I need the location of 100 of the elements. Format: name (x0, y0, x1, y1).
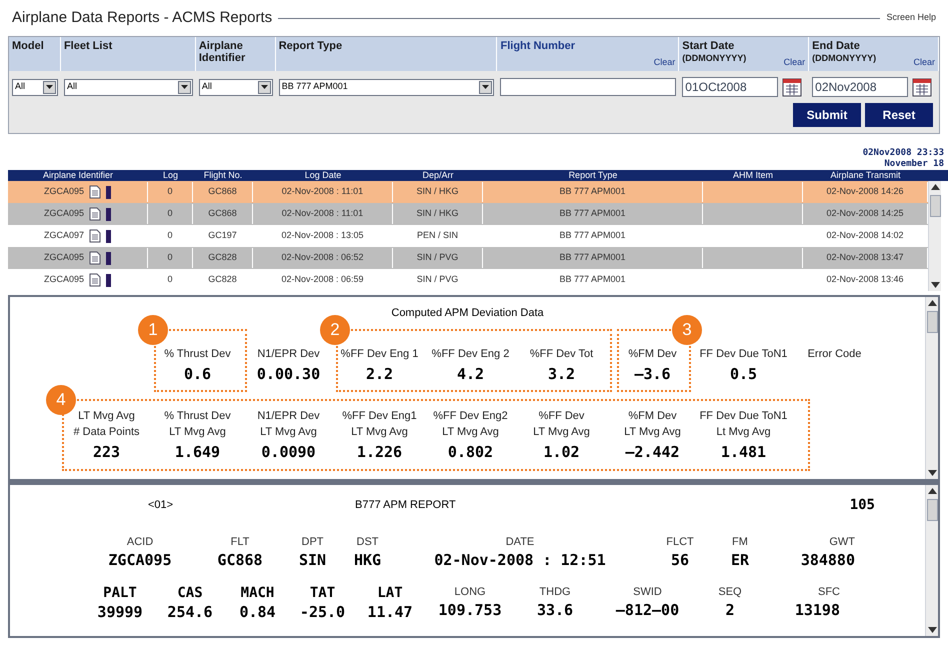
table-cell-text: ZGCA097 (44, 229, 84, 242)
metric-value: 223 (92, 442, 120, 462)
field-value: ER (730, 550, 750, 570)
filter-label: Report Type (278, 40, 342, 52)
table-cell-text: BB 777 APM001 (559, 273, 626, 286)
column-header: Log Date (304, 170, 342, 181)
column-header: Dep/Arr (421, 170, 454, 181)
timestamp-text: November 18 (884, 159, 944, 170)
metric-value: 1.02 (543, 442, 580, 462)
field-label: MACH (240, 584, 274, 602)
field-label: FM (732, 535, 748, 550)
metric-label: LT Mvg Avg (260, 424, 317, 440)
table-cell-text: GC828 (208, 251, 237, 264)
table-cell-text: 02-Nov-2008 : 11:01 (282, 207, 364, 220)
report-title: B777 APM REPORT (355, 498, 457, 514)
clear-link[interactable]: Clear (654, 56, 676, 71)
table-row[interactable]: ZGCA095 0 GC868 02-Nov-2008 : 11:01 SIN / HKG BB 777 APM001 02-Nov-2008 14:25 (8, 203, 928, 225)
field-value: 56 (670, 550, 690, 570)
date-field[interactable]: 01OCt2008 (682, 77, 778, 97)
field-value: 02-Nov-2008 : 12:51 (434, 550, 606, 570)
metric-label: LT Mvg Avg (442, 424, 499, 440)
filter-label: Flight Number (500, 40, 576, 52)
table-cell-text: BB 777 APM001 (559, 185, 626, 198)
date-field[interactable]: 02Nov2008 (812, 77, 908, 97)
action-button[interactable]: Reset (865, 103, 933, 127)
field-label: GWT (829, 535, 855, 550)
callout-number: 4 (46, 385, 76, 415)
field-label: CAS (177, 584, 203, 602)
table-cell-text: ZGCA095 (44, 207, 84, 220)
metric-label: Error Code (808, 346, 862, 362)
metric-label: Lt Mvg Avg (716, 424, 771, 440)
table-cell-text: GC828 (208, 273, 237, 286)
metric-label: %FF Dev Eng 1 (340, 346, 418, 362)
dropdown-field[interactable]: All (64, 78, 193, 96)
metric-label: %FF Dev Eng2 (433, 408, 508, 424)
field-value: 109.753 (438, 600, 502, 620)
metric-value: 0.6 (184, 364, 212, 384)
field-label: LONG (454, 585, 486, 600)
table-cell-text: 0 (167, 185, 172, 198)
table-cell-text: 02-Nov-2008 : 11:01 (282, 185, 364, 198)
metric-label: %FM Dev (628, 408, 677, 424)
dropdown-field[interactable]: BB 777 APM001 (278, 78, 494, 96)
column-header: AHM Item (732, 170, 774, 181)
table-cell-text: 02-Nov-2008 : 06:52 (281, 251, 364, 264)
metric-label: N1/EPR Dev (257, 346, 320, 362)
table-cell-text: BB 777 APM001 (559, 207, 626, 220)
field-value: 0.84 (239, 602, 276, 622)
filter-label: Model (12, 40, 44, 52)
column-header: Log (162, 170, 180, 181)
metric-value: 0.0090 (261, 442, 316, 462)
metric-value: 0.5 (730, 364, 758, 384)
metric-label: # Data Points (73, 424, 140, 440)
filter-label: Airplane Identifier (198, 40, 246, 64)
clear-link[interactable]: Clear (784, 56, 806, 71)
metric-label: % Thrust Dev (164, 346, 231, 362)
column-header: Airplane Transmit (829, 170, 902, 181)
table-cell-text: 0 (167, 207, 172, 220)
table-cell-text: 0 (167, 251, 172, 264)
action-button[interactable]: Submit (793, 103, 861, 127)
field-value: HKG (354, 550, 382, 570)
field-value: -25.0 (300, 602, 346, 622)
window-title: Airplane Data Reports - ACMS Reports (12, 8, 272, 28)
metric-label: LT Mvg Avg (169, 424, 226, 440)
metric-label: LT Mvg Avg (533, 424, 590, 440)
table-cell-text: 02-Nov-2008 : 06:59 (281, 273, 364, 286)
table-cell-text: ZGCA095 (44, 273, 84, 286)
table-cell-text: 0 (167, 273, 172, 286)
field-value: 33.6 (536, 600, 574, 620)
table-cell-text: SIN / HKG (416, 185, 458, 198)
report-number: 105 (850, 496, 875, 515)
date-format-hint: (DDMONYYYY) (682, 52, 746, 64)
field-value: 39999 (97, 602, 143, 622)
metric-value: 1.481 (720, 442, 766, 462)
field-label: FLCT (666, 535, 694, 550)
field-value: 11.47 (367, 602, 413, 622)
callout-number: 3 (672, 315, 702, 345)
metric-label: %FF Dev Tot (530, 346, 594, 362)
field-label: DATE (506, 535, 534, 550)
field-label: PALT (103, 584, 137, 602)
table-cell-text: 02-Nov-2008 14:02 (826, 229, 904, 242)
dropdown-field[interactable]: All (12, 78, 58, 96)
table-cell-text: ZGCA095 (44, 251, 84, 264)
table-row[interactable]: ZGCA095 0 GC828 02-Nov-2008 : 06:52 SIN / PVG BB 777 APM001 02-Nov-2008 13:47 (8, 247, 928, 269)
callout-number: 2 (320, 315, 350, 345)
field-label: THDG (539, 585, 571, 600)
dropdown-field[interactable]: All (198, 78, 273, 96)
panel-title: Computed APM Deviation Data (391, 306, 544, 321)
metric-label: %FF Dev Eng 2 (432, 346, 510, 362)
metric-label: %FM Dev (628, 346, 677, 362)
metric-value: 4.2 (456, 364, 484, 384)
metric-value: 1.226 (356, 442, 402, 462)
field-label: SWID (633, 585, 662, 600)
filter-label: Fleet List (64, 40, 112, 52)
table-cell-text: 02-Nov-2008 14:25 (826, 207, 904, 220)
field-value: SIN (298, 550, 326, 570)
table-cell-text: 02-Nov-2008 14:26 (826, 185, 904, 198)
clear-link[interactable]: Clear (913, 56, 935, 71)
metric-value: –3.6 (634, 364, 671, 384)
help-link[interactable]: Screen Help (886, 11, 936, 25)
table-row[interactable]: ZGCA095 0 GC868 02-Nov-2008 : 11:01 SIN / HKG BB 777 APM001 02-Nov-2008 14:26 (8, 181, 928, 203)
